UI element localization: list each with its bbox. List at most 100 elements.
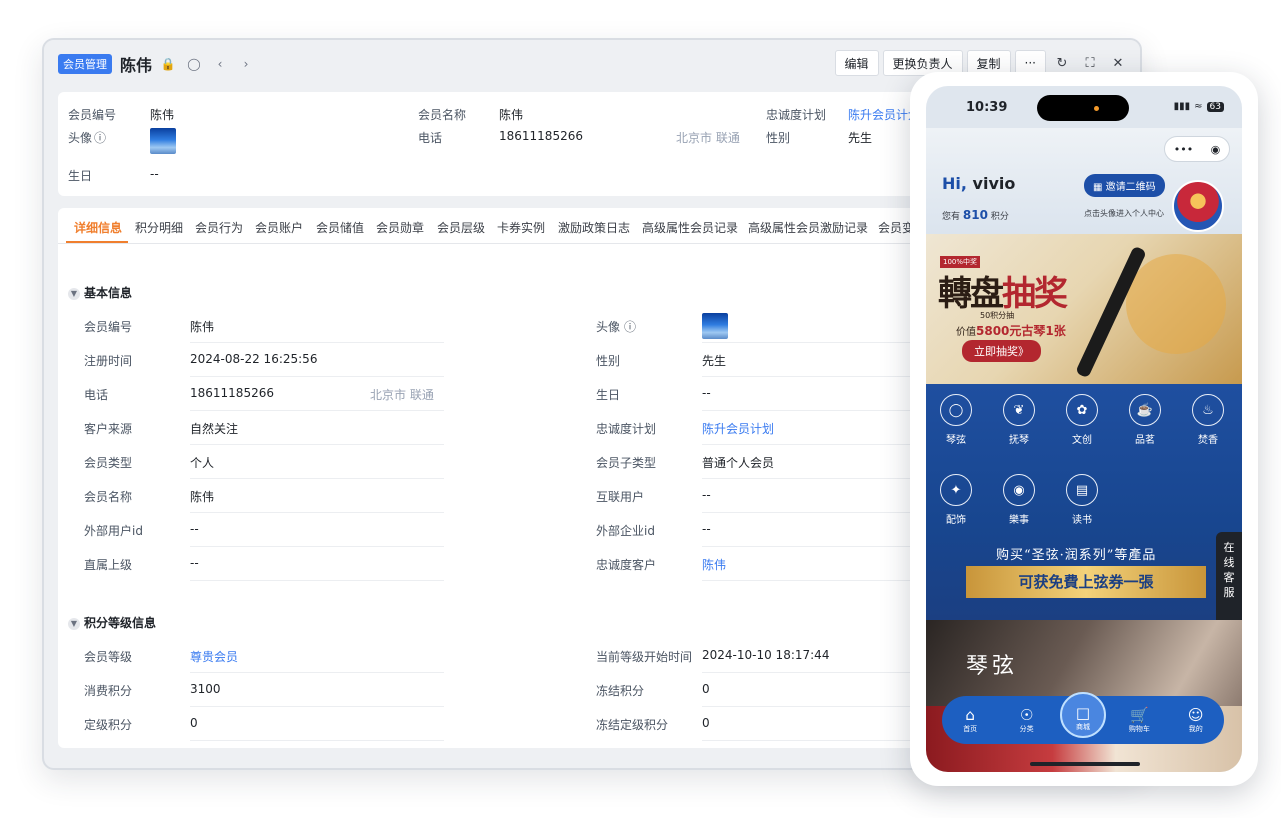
field-label: 生日 [596, 388, 621, 402]
category-label: 读书 [1072, 515, 1092, 526]
row-divider [190, 580, 444, 581]
field-value: 先生 [702, 354, 727, 368]
avatar[interactable] [702, 313, 728, 339]
promo-line-2[interactable]: 可获免費上弦券一張 [966, 566, 1206, 598]
field-value: 18611185266 [190, 386, 274, 400]
tab-advanced-records[interactable]: 高级属性会员记录 [642, 219, 738, 236]
more-dots-icon[interactable]: ••• [1174, 143, 1193, 156]
field-label: 会员编号 [84, 320, 133, 334]
category-incense[interactable]: ♨ 焚香 [1182, 394, 1234, 446]
summary-phone: 18611185266 [499, 129, 583, 143]
refresh-icon[interactable]: ↻ [1050, 56, 1074, 71]
category-accessories[interactable]: ✦ 配饰 [930, 474, 982, 526]
banner-title-b: 抽奖 [1002, 274, 1068, 314]
field-value: 2024-10-10 18:17:44 [702, 648, 830, 662]
field-label: 外部企业id [596, 524, 655, 538]
points-line: 您有 810 积分 [942, 208, 1009, 222]
customer-service-button[interactable]: 在线客服 [1216, 532, 1242, 628]
category-music[interactable]: ◉ 樂事 [993, 474, 1045, 526]
lottery-banner[interactable]: 100%中奖 轉盘抽奖 50积分抽 价值5800元古琴1张 立即抽奖》 [926, 234, 1242, 384]
close-icon[interactable]: ✕ [1106, 56, 1130, 71]
field-value: -- [702, 488, 711, 502]
field-label: 注册时间 [84, 354, 133, 368]
tab-details[interactable]: 详细信息 [74, 219, 122, 236]
section-points-info[interactable]: ▼ 积分等级信息 [68, 614, 156, 631]
incense-icon: ♨ [1192, 394, 1224, 426]
row-divider [190, 740, 444, 741]
status-bar: 10:39 ▮▮▮ ≈ 63 [926, 86, 1242, 128]
nav-profile[interactable]: ☺ 我的 [1173, 706, 1219, 734]
row-divider [190, 410, 444, 411]
tab-more[interactable]: 会员变 [878, 219, 914, 236]
field-value: 普通个人会员 [702, 456, 775, 470]
category-reading[interactable]: ▤ 读书 [1056, 474, 1108, 526]
compass-icon: ☉ [1019, 706, 1034, 724]
collapse-icon[interactable]: ▼ [68, 617, 80, 630]
section-basic-title: 基本信息 [84, 286, 133, 300]
row-divider [190, 546, 444, 547]
field-value-link[interactable]: 陈伟 [702, 556, 726, 573]
promo-line-1: 购买“圣弦·润系列”等產品 [996, 548, 1157, 563]
field-label: 会员等级 [84, 650, 133, 664]
tab-points[interactable]: 积分明细 [135, 219, 183, 236]
user-icon: ☺ [1187, 706, 1204, 724]
home-icon: ⌂ [965, 706, 975, 724]
tab-tiers[interactable]: 会员层级 [437, 219, 485, 236]
greeting-hi: Hi, [942, 174, 967, 193]
field-label: 直属上级 [84, 558, 133, 572]
summary-phone-label: 电话 [418, 131, 443, 145]
close-target-icon[interactable]: ◉ [1211, 143, 1221, 156]
user-avatar[interactable] [1172, 180, 1224, 232]
tab-behavior[interactable]: 会员行为 [195, 219, 243, 236]
nav-cart[interactable]: 🛒 购物车 [1116, 706, 1162, 734]
tab-stored-value[interactable]: 会员储值 [316, 219, 364, 236]
tab-advanced-incentive[interactable]: 高级属性会员激励记录 [748, 219, 868, 236]
section-basic-info[interactable]: ▼ 基本信息 [68, 284, 132, 301]
row-divider [190, 444, 444, 445]
phone-frame: 10:39 ▮▮▮ ≈ 63 ••• ◉ Hi, vivio 您有 810 积分 [910, 72, 1258, 786]
miniapp-capsule[interactable]: ••• ◉ [1164, 136, 1230, 162]
category-label: 樂事 [1009, 515, 1029, 526]
edit-button[interactable]: 编辑 [834, 50, 879, 76]
summary-birthday: -- [150, 167, 159, 181]
lock-icon[interactable]: 🔒 [158, 54, 178, 74]
category-play[interactable]: ❦ 抚琴 [993, 394, 1045, 446]
points-suffix: 积分 [990, 212, 1009, 222]
field-value: 自然关注 [190, 422, 239, 436]
field-value: 陈伟 [190, 490, 215, 504]
tab-coupons[interactable]: 卡券实例 [497, 219, 545, 236]
banner-prize-value: 5800元古琴1张 [976, 324, 1066, 338]
draw-now-button[interactable]: 立即抽奖》 [962, 340, 1041, 362]
collapse-icon[interactable]: ▼ [68, 287, 80, 300]
category-strings[interactable]: ◯ 琴弦 [930, 394, 982, 446]
tag-icon[interactable]: ◯ [184, 54, 204, 74]
next-record-icon[interactable]: › [236, 54, 256, 74]
nav-home[interactable]: ⌂ 首页 [947, 706, 993, 734]
tab-account[interactable]: 会员账户 [255, 219, 303, 236]
prev-record-icon[interactable]: ‹ [210, 54, 230, 74]
nav-mall[interactable]: □ 商城 [1059, 692, 1106, 738]
category-creative[interactable]: ✿ 文创 [1056, 394, 1108, 446]
row-divider [190, 512, 444, 513]
strings-banner-title: 琴弦 [966, 654, 1019, 679]
points-prefix: 您有 [942, 212, 961, 222]
battery-icon: 63 [1206, 101, 1224, 112]
field-value: -- [702, 386, 711, 400]
avatar[interactable] [150, 128, 176, 154]
summary-loyalty-label: 忠诚度计划 [766, 108, 827, 122]
invite-qr-button[interactable]: ▦ 邀请二维码 [1084, 174, 1165, 197]
category-tea[interactable]: ☕ 品茗 [1119, 394, 1171, 446]
strings-icon: ◯ [940, 394, 972, 426]
phone-screen: 10:39 ▮▮▮ ≈ 63 ••• ◉ Hi, vivio 您有 810 积分 [926, 86, 1242, 772]
field-label: 忠诚度客户 [596, 558, 657, 572]
field-value: 个人 [190, 456, 215, 470]
field-value-link[interactable]: 陈升会员计划 [702, 420, 774, 437]
tab-medals[interactable]: 会员勋章 [376, 219, 424, 236]
field-value-link[interactable]: 尊贵会员 [190, 648, 238, 665]
accessory-icon: ✦ [940, 474, 972, 506]
tab-incentive-log[interactable]: 激励政策日志 [558, 219, 630, 236]
fullscreen-icon[interactable]: ⛶ [1078, 56, 1102, 71]
nav-category[interactable]: ☉ 分类 [1004, 706, 1050, 734]
greeting: Hi, vivio [942, 174, 1015, 193]
nav-label: 我的 [1188, 725, 1203, 733]
